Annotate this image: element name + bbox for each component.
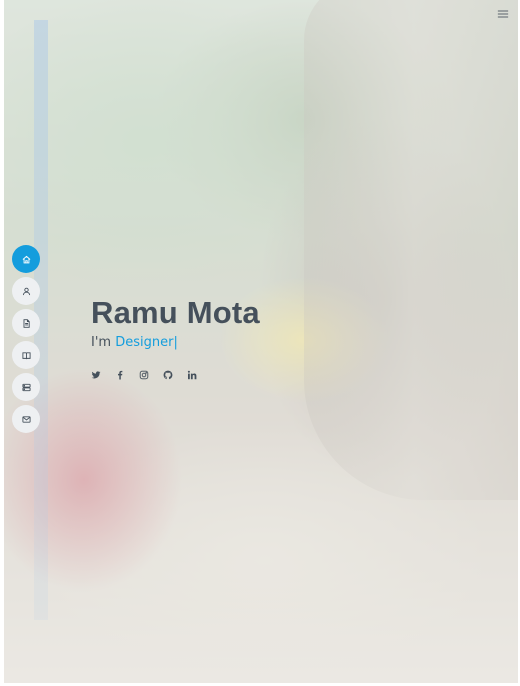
instagram-link[interactable] [139, 369, 149, 381]
github-link[interactable] [163, 369, 173, 381]
facebook-icon [118, 370, 123, 380]
nav-services[interactable] [12, 373, 40, 401]
hero-background-image [4, 0, 518, 683]
person-icon [22, 287, 30, 295]
nav-contact[interactable] [12, 405, 40, 433]
tagline-prefix: I'm [91, 335, 116, 350]
hero-name: Ramu Mota [91, 295, 260, 330]
instagram-icon [139, 370, 149, 380]
typing-cursor: | [173, 335, 178, 350]
nav-portfolio[interactable] [12, 341, 40, 369]
hero-text-block: Ramu Mota I'm Designer| [91, 294, 260, 351]
nav-resume[interactable] [12, 309, 40, 337]
twitter-icon [91, 371, 101, 379]
typed-role: Designer [115, 335, 174, 350]
menu-toggle-button[interactable] [496, 8, 510, 22]
file-icon [23, 318, 30, 328]
home-icon [22, 255, 30, 263]
facebook-link[interactable] [115, 369, 125, 381]
nav-about[interactable] [12, 277, 40, 305]
hamburger-icon [497, 10, 509, 18]
twitter-link[interactable] [91, 369, 101, 381]
hero-tagline: I'm Designer| [91, 335, 260, 351]
side-navigation [12, 245, 40, 433]
hero-overlay [4, 0, 518, 683]
github-icon [163, 370, 173, 380]
book-icon [21, 351, 31, 359]
server-icon [21, 383, 31, 391]
envelope-icon [21, 415, 31, 423]
linkedin-icon [187, 370, 197, 380]
linkedin-link[interactable] [187, 369, 197, 381]
nav-home[interactable] [12, 245, 40, 273]
social-links [91, 369, 197, 381]
